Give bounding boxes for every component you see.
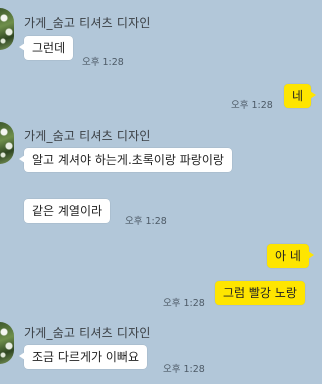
- message-bubble-outgoing[interactable]: 아 네: [267, 244, 314, 268]
- message-bubble-outgoing[interactable]: 네: [284, 84, 317, 108]
- sender-avatar[interactable]: [0, 8, 14, 50]
- sender-avatar[interactable]: [0, 122, 14, 164]
- message-bubble-incoming[interactable]: 알고 계셔야 하는게.초록이랑 파랑이랑: [19, 148, 232, 172]
- message-time: 오후 1:28: [82, 57, 124, 68]
- message-time: 오후 1:28: [231, 100, 273, 111]
- message-bubble-outgoing[interactable]: 그럼 빨강 노랑: [215, 281, 305, 305]
- sender-name: 가게_숨고 티셔츠 디자인: [24, 326, 151, 340]
- sender-avatar[interactable]: [0, 322, 14, 364]
- message-time: 오후 1:28: [163, 298, 205, 309]
- message-time: 오후 1:28: [125, 216, 167, 227]
- message-time: 오후 1:28: [163, 364, 205, 375]
- message-bubble-incoming[interactable]: 그런데: [18, 36, 74, 60]
- sender-name: 가게_숨고 티셔츠 디자인: [24, 129, 151, 143]
- message-bubble-incoming[interactable]: 조금 다르게가 이뻐요: [19, 345, 147, 369]
- message-bubble-incoming[interactable]: 같은 계열이라: [24, 199, 111, 223]
- sender-name: 가게_숨고 티셔츠 디자인: [24, 16, 151, 30]
